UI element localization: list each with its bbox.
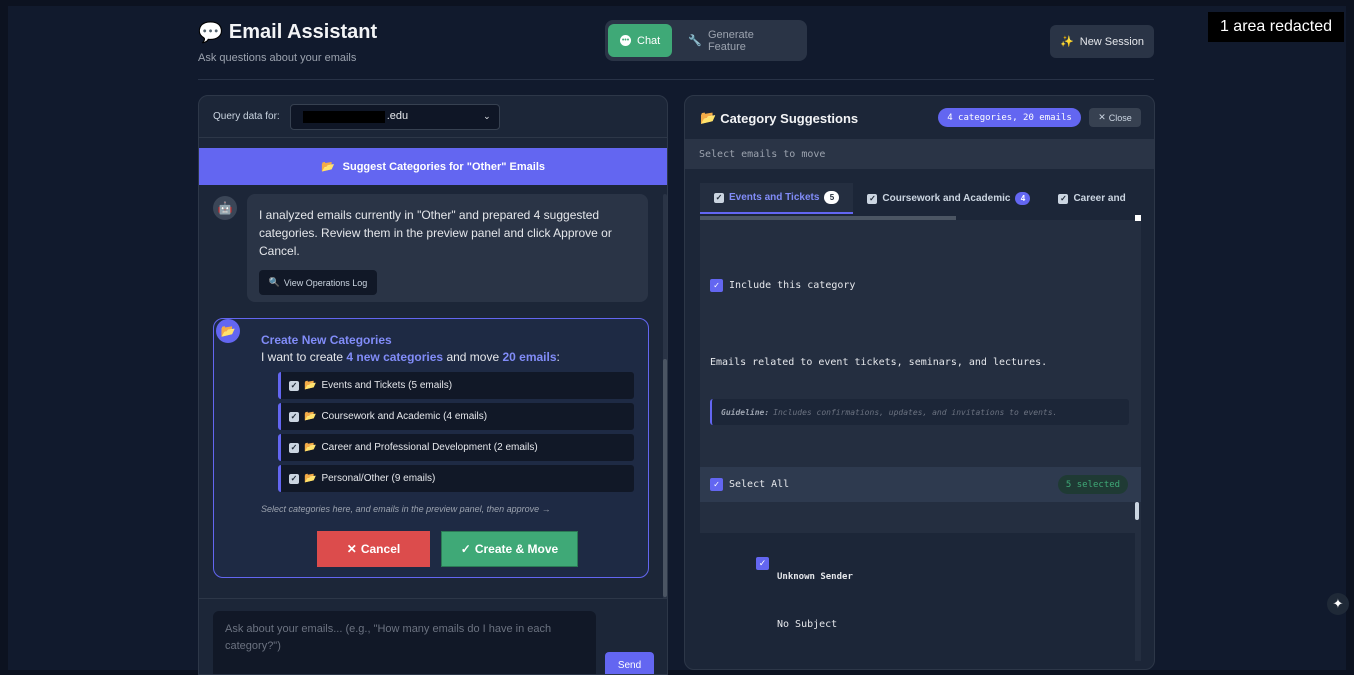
query-row: Query data for: .edu ⌄ [199, 96, 667, 138]
assistant-avatar: 🤖 [213, 196, 237, 220]
tab-count-badge: 5 [824, 191, 840, 204]
new-session-button[interactable]: ✨ New Session [1050, 25, 1154, 58]
tab-generate-feature[interactable]: 🔧 Generate Feature [676, 24, 804, 57]
tabs-scrollbar[interactable] [700, 215, 1141, 221]
tab-coursework-and-academic[interactable]: ✓ Coursework and Academic 4 [853, 183, 1044, 214]
account-value: .edu [302, 110, 408, 123]
checkbox-icon[interactable]: ✓ [710, 478, 723, 491]
preview-body: ✓ Events and Tickets 5 ✓ Coursework and … [700, 183, 1141, 661]
account-select[interactable]: .edu ⌄ [289, 103, 500, 130]
view-operations-log-label: View Operations Log [283, 277, 368, 288]
suggest-categories-label: Suggest Categories for "Other" Emails [342, 160, 546, 173]
chat-icon: ••• [620, 35, 631, 46]
folder-icon: 📂 [700, 110, 717, 125]
list-item[interactable]: ✓ 📂 Career and Professional Development … [278, 434, 634, 461]
summary-badge: 4 categories, 20 emails [938, 108, 1081, 127]
category-count: 4 new categories [346, 350, 444, 364]
email-count: 20 emails [502, 350, 557, 364]
speech-bubble-icon: 💬 [198, 22, 223, 44]
email-sender: Unknown Sender [777, 572, 853, 582]
tab-chat[interactable]: ••• Chat [608, 24, 673, 57]
category-guideline: Guideline: Includes confirmations, updat… [710, 399, 1129, 425]
category-tabs: ✓ Events and Tickets 5 ✓ Coursework and … [700, 183, 1141, 216]
page-title-text: Email Assistant [228, 21, 378, 43]
cancel-button[interactable]: ✕ Cancel [317, 531, 430, 567]
email-subject: No Subject [777, 619, 838, 630]
chevron-down-icon: ⌄ [483, 111, 491, 121]
category-suggestions-panel: 📂 Category Suggestions 4 categories, 20 … [684, 95, 1155, 670]
tab-events-and-tickets[interactable]: ✓ Events and Tickets 5 [700, 183, 854, 214]
tab-chat-label: Chat [637, 34, 661, 47]
checkbox-icon[interactable]: ✓ [710, 279, 723, 292]
selected-count-badge: 5 selected [1058, 475, 1128, 494]
category-description: Emails related to event tickets, seminar… [710, 357, 1048, 368]
redaction-notice: 1 area redacted [1208, 12, 1344, 42]
sparkles-icon: ✨ [1060, 36, 1074, 48]
panel-subtitle: Select emails to move [685, 139, 1154, 169]
close-button[interactable]: ✕ Close [1089, 108, 1141, 127]
email-list-scrollbar[interactable] [1135, 502, 1139, 520]
card-title: Create New Categories [261, 333, 392, 347]
tab-generate-feature-label: Generate Feature [707, 28, 754, 53]
folder-icon: 📂 [304, 380, 317, 391]
folder-avatar: 📂 [216, 319, 240, 343]
card-hint: Select categories here, and emails in th… [261, 504, 551, 514]
header-divider [198, 79, 1154, 80]
checkbox-icon[interactable]: ✓ [289, 473, 299, 484]
magnifier-icon: 🔍 [268, 277, 280, 287]
checkbox-icon[interactable]: ✓ [714, 192, 724, 203]
include-category-checkbox[interactable]: ✓ Include this category [710, 279, 855, 292]
tab-career-and[interactable]: ✓ Career and [1044, 183, 1139, 214]
view-operations-log-button[interactable]: 🔍 View Operations Log [259, 270, 377, 295]
create-move-button[interactable]: ✓ Create & Move [441, 531, 578, 567]
new-session-label: New Session [1079, 35, 1144, 48]
checkmark-icon: ✓ [460, 542, 471, 556]
list-item[interactable]: ✓ 📂 Coursework and Academic (4 emails) [278, 403, 634, 430]
page-subtitle: Ask questions about your emails [198, 52, 357, 64]
checkbox-icon[interactable]: ✓ [756, 557, 769, 570]
page-title: 💬 Email Assistant [198, 20, 377, 45]
folder-icon: 📂 [304, 442, 317, 453]
list-item[interactable]: ✓ 📂 Personal/Other (9 emails) [278, 465, 634, 492]
checkbox-icon[interactable]: ✓ [867, 193, 878, 204]
query-label: Query data for: [213, 111, 280, 122]
suggest-categories-button[interactable]: 📂 Suggest Categories for "Other" Emails [199, 148, 667, 185]
folder-icon: 📂 [320, 161, 335, 173]
assistant-message: I analyzed emails currently in "Other" a… [247, 194, 648, 302]
tabs-scrollbar-end [1135, 215, 1141, 221]
sparkle-icon[interactable]: ✦ [1327, 593, 1349, 615]
category-list: ✓ 📂 Events and Tickets (5 emails) ✓ 📂 Co… [278, 372, 634, 496]
checkbox-icon[interactable]: ✓ [1058, 193, 1069, 204]
chat-input[interactable]: Ask about your emails... (e.g., "How man… [213, 611, 596, 674]
tabs-scrollbar-thumb[interactable] [700, 216, 956, 220]
folder-icon: 📂 [220, 324, 236, 338]
email-item[interactable]: ✓ Unknown Sender No Subject [700, 533, 1135, 661]
wrench-icon: 🔧 [688, 35, 702, 47]
robot-icon: 🤖 [217, 201, 233, 215]
folder-icon: 📂 [304, 411, 317, 422]
close-icon: ✕ [346, 542, 357, 556]
checkbox-icon[interactable]: ✓ [289, 380, 299, 391]
list-item[interactable]: ✓ 📂 Events and Tickets (5 emails) [278, 372, 634, 399]
checkbox-icon[interactable]: ✓ [289, 411, 299, 422]
send-button[interactable]: Send [605, 652, 654, 674]
chat-scrollbar-thumb[interactable] [663, 359, 667, 597]
mode-switch: ••• Chat 🔧 Generate Feature [605, 20, 807, 61]
select-all-row[interactable]: ✓ Select All 5 selected [700, 467, 1141, 502]
assistant-message-text: I analyzed emails currently in "Other" a… [259, 208, 612, 258]
checkbox-icon[interactable]: ✓ [289, 442, 299, 453]
redacted-block [302, 110, 385, 123]
tab-count-badge: 4 [1015, 192, 1031, 205]
create-categories-card: 📂 Create New Categories I want to create… [213, 318, 649, 578]
panel-title: 📂 Category Suggestions [700, 110, 859, 126]
close-icon: ✕ [1098, 112, 1106, 122]
card-summary: I want to create 4 new categories and mo… [261, 350, 560, 364]
chat-panel: Query data for: .edu ⌄ 📂 Suggest Categor… [198, 95, 668, 675]
folder-icon: 📂 [304, 473, 317, 484]
input-divider [199, 598, 667, 599]
